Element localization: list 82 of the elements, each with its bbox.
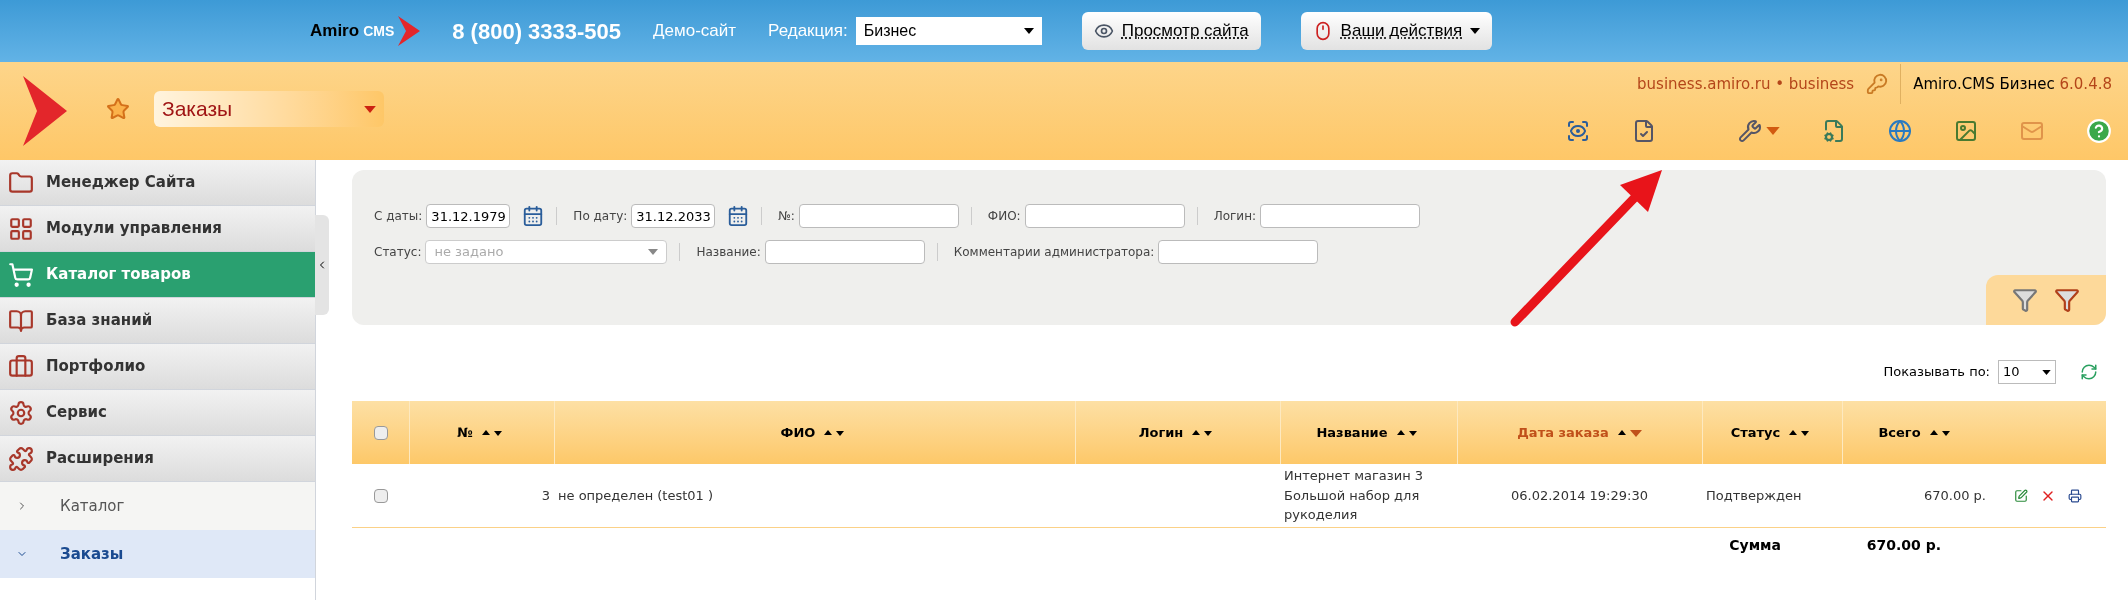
filter-label: №: — [778, 208, 795, 225]
page-size-select[interactable]: 10 — [1998, 360, 2056, 384]
apply-filter-button[interactable] — [2012, 287, 2038, 313]
logo-chevron-icon — [23, 76, 67, 146]
text-field[interactable] — [1260, 204, 1420, 228]
calendar-icon[interactable] — [727, 205, 750, 227]
preview-icon[interactable] — [1566, 119, 1590, 143]
column-header[interactable]: Название — [1280, 401, 1457, 464]
date-field[interactable]: 31.12.1979 — [426, 204, 511, 228]
text-field[interactable] — [764, 240, 925, 264]
folder-icon — [8, 169, 34, 196]
sort-icon[interactable] — [1616, 427, 1643, 438]
site-info[interactable]: business.amiro.ru • business — [1637, 72, 1855, 96]
edition-label: Редакция: — [768, 20, 848, 43]
picture-icon[interactable] — [1954, 119, 1978, 143]
help-icon[interactable] — [2086, 118, 2112, 144]
calendar-icon[interactable] — [522, 205, 545, 227]
caret-icon — [648, 249, 659, 255]
total-value: 670.00 р. — [1866, 536, 1941, 553]
gear-icon — [8, 399, 34, 426]
star-icon[interactable] — [106, 97, 130, 121]
settings-document-icon[interactable] — [1822, 119, 1846, 143]
phone-number: 8 (800) 3333-505 — [452, 17, 622, 46]
sidebar-item[interactable]: Портфолио — [0, 344, 315, 390]
refresh-icon[interactable] — [2080, 363, 2098, 381]
submenu-item[interactable]: Заказы — [0, 530, 315, 578]
book-icon — [8, 307, 34, 334]
table-cell: 670.00 р. — [1924, 487, 1986, 503]
text-field[interactable] — [1024, 204, 1185, 228]
column-header[interactable]: Логин — [1075, 401, 1280, 464]
cart-icon — [8, 261, 34, 288]
caret-icon — [1023, 28, 1034, 34]
table-cell: не определен (test01 ) — [558, 487, 714, 503]
caret-icon — [2042, 369, 2051, 375]
column-header[interactable]: ФИО — [554, 401, 1075, 464]
clear-filter-button[interactable] — [2054, 287, 2080, 313]
select-all-checkbox[interactable] — [373, 425, 388, 440]
globe-icon[interactable] — [1888, 119, 1912, 143]
column-header[interactable]: Статус — [1702, 401, 1842, 464]
text-field[interactable] — [798, 204, 959, 228]
view-site-button[interactable]: Просмотр сайта — [1081, 12, 1261, 50]
print-icon[interactable] — [2068, 488, 2082, 503]
logo[interactable]: Amiro CMS — [310, 16, 421, 46]
total-label: Сумма — [1729, 536, 1781, 553]
filter-label: Название: — [696, 244, 761, 261]
date-field[interactable]: 31.12.2033 — [631, 204, 716, 228]
sidebar-item[interactable]: Модули управления — [0, 206, 315, 252]
table-cell: 3 — [541, 487, 550, 503]
table-cell: Интернет магазин 3 Большой набор для рукоделия — [1284, 468, 1424, 523]
text-field[interactable] — [1158, 240, 1319, 264]
filter-label: Статус: — [374, 244, 422, 261]
actions-button[interactable]: Ваши действия — [1300, 12, 1493, 50]
eye-icon — [1093, 21, 1114, 41]
puzzle-icon — [8, 445, 34, 472]
table-cell: Подтвержден — [1706, 487, 1802, 503]
document-check-icon[interactable] — [1632, 119, 1656, 143]
edition-select[interactable]: Бизнес — [855, 17, 1042, 45]
tools-menu-button[interactable] — [1738, 119, 1780, 143]
key-icon[interactable] — [1866, 73, 1889, 95]
column-header[interactable]: № — [409, 401, 554, 464]
filter-label: С даты: — [374, 208, 423, 225]
briefcase-icon — [8, 353, 34, 380]
caret-icon — [364, 105, 376, 113]
sidebar-item[interactable]: База знаний — [0, 298, 315, 344]
caret-icon — [1470, 28, 1481, 34]
filter-label: По дату: — [573, 208, 628, 225]
sidebar-item[interactable]: Сервис — [0, 390, 315, 436]
filter-label: Логин: — [1213, 208, 1256, 225]
sidebar-item[interactable]: Расширения — [0, 436, 315, 482]
filter-label: Комментарии администратора: — [953, 244, 1155, 261]
filter-label: ФИО: — [987, 208, 1021, 225]
grid-icon — [8, 215, 34, 242]
page-size-label: Показывать по: — [1883, 363, 1990, 382]
sidebar-item[interactable]: Менеджер Сайта — [0, 160, 315, 206]
row-checkbox[interactable] — [373, 488, 388, 503]
product-version: Amiro.CMS Бизнес 6.0.4.8 — [1913, 73, 2112, 95]
caret-icon — [1766, 127, 1780, 135]
column-header[interactable]: Всего — [1842, 401, 1990, 464]
table-cell: 06.02.2014 19:29:30 — [1511, 487, 1648, 503]
submenu-item[interactable]: Каталог — [0, 482, 315, 530]
edit-icon[interactable] — [2014, 488, 2028, 503]
section-select[interactable]: Заказы — [154, 91, 384, 127]
